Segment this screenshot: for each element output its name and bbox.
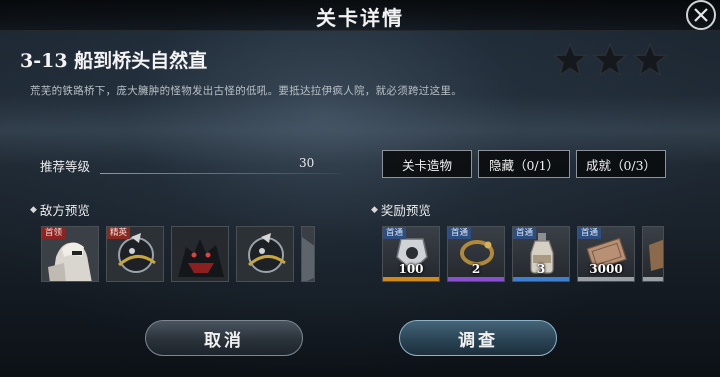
reward-card[interactable]: 首通 3 (512, 226, 570, 282)
recommended-level-label: 推荐等级 (40, 159, 91, 174)
reward-quantity: 3000 (589, 262, 623, 276)
divider (100, 173, 340, 174)
reward-preview-label: 奖励预览 (380, 203, 431, 218)
boss-tag: 首领 (42, 227, 66, 239)
first-clear-tag: 首通 (513, 227, 537, 239)
enemy-card[interactable]: 精英 (106, 226, 164, 282)
star-empty-icon (632, 42, 668, 77)
enemy-preview-heading: ◆ 敌方预览 (30, 200, 90, 219)
cancel-button[interactable]: 取消 (145, 320, 303, 356)
tab-stage-creations[interactable]: 关卡造物 (382, 150, 472, 178)
rarity-bar (383, 277, 439, 281)
rarity-bar (578, 277, 634, 281)
rarity-bar (513, 277, 569, 281)
rarity-bar (643, 277, 663, 281)
enemy-orb-icon (237, 227, 293, 281)
tab-hidden[interactable]: 隐藏（0/1） (478, 150, 570, 178)
enemy-partial-icon (302, 227, 314, 281)
rarity-bar (448, 277, 504, 281)
tab-achievements[interactable]: 成就（0/3） (576, 150, 666, 178)
enemy-preview-label: 敌方预览 (39, 203, 90, 218)
reward-quantity: 3 (536, 262, 546, 276)
star-empty-icon (552, 42, 588, 77)
recommended-level-value: 30 (299, 156, 315, 170)
enemy-card[interactable]: 首领 (41, 226, 99, 282)
star-empty-icon (592, 42, 628, 77)
enemy-beast-icon (172, 227, 228, 281)
reward-card-partial[interactable] (642, 226, 664, 282)
first-clear-tag: 首通 (578, 227, 602, 239)
reward-card[interactable]: 首通 3000 (577, 226, 635, 282)
first-clear-tag: 首通 (448, 227, 472, 239)
partial-reward-icon (649, 239, 663, 271)
page-title: 关卡详情 (316, 6, 404, 30)
reward-preview-heading: ◆ 奖励预览 (371, 200, 431, 219)
first-clear-tag: 首通 (383, 227, 407, 239)
header-bar: 关卡详情 (0, 0, 720, 31)
reward-quantity: 100 (398, 262, 424, 276)
enemy-card[interactable] (171, 226, 229, 282)
star-rating (552, 42, 668, 78)
enemy-card-partial[interactable] (301, 226, 315, 282)
enemy-card[interactable] (236, 226, 294, 282)
reward-card[interactable]: 首通 100 (382, 226, 440, 282)
elite-tag: 精英 (107, 227, 131, 239)
close-button[interactable] (686, 0, 716, 30)
diamond-icon: ◆ (371, 204, 378, 215)
close-icon (694, 8, 708, 22)
reward-quantity: 2 (471, 262, 481, 276)
investigate-button[interactable]: 调查 (399, 320, 557, 356)
stage-description: 荒芜的铁路桥下，庞大臃肿的怪物发出古怪的低吼。要抵达拉伊疯人院，就必须跨过这里。 (30, 85, 462, 97)
stage-title: 3-13 船到桥头自然直 (20, 50, 208, 72)
diamond-icon: ◆ (30, 204, 37, 215)
reward-card[interactable]: 首通 2 (447, 226, 505, 282)
